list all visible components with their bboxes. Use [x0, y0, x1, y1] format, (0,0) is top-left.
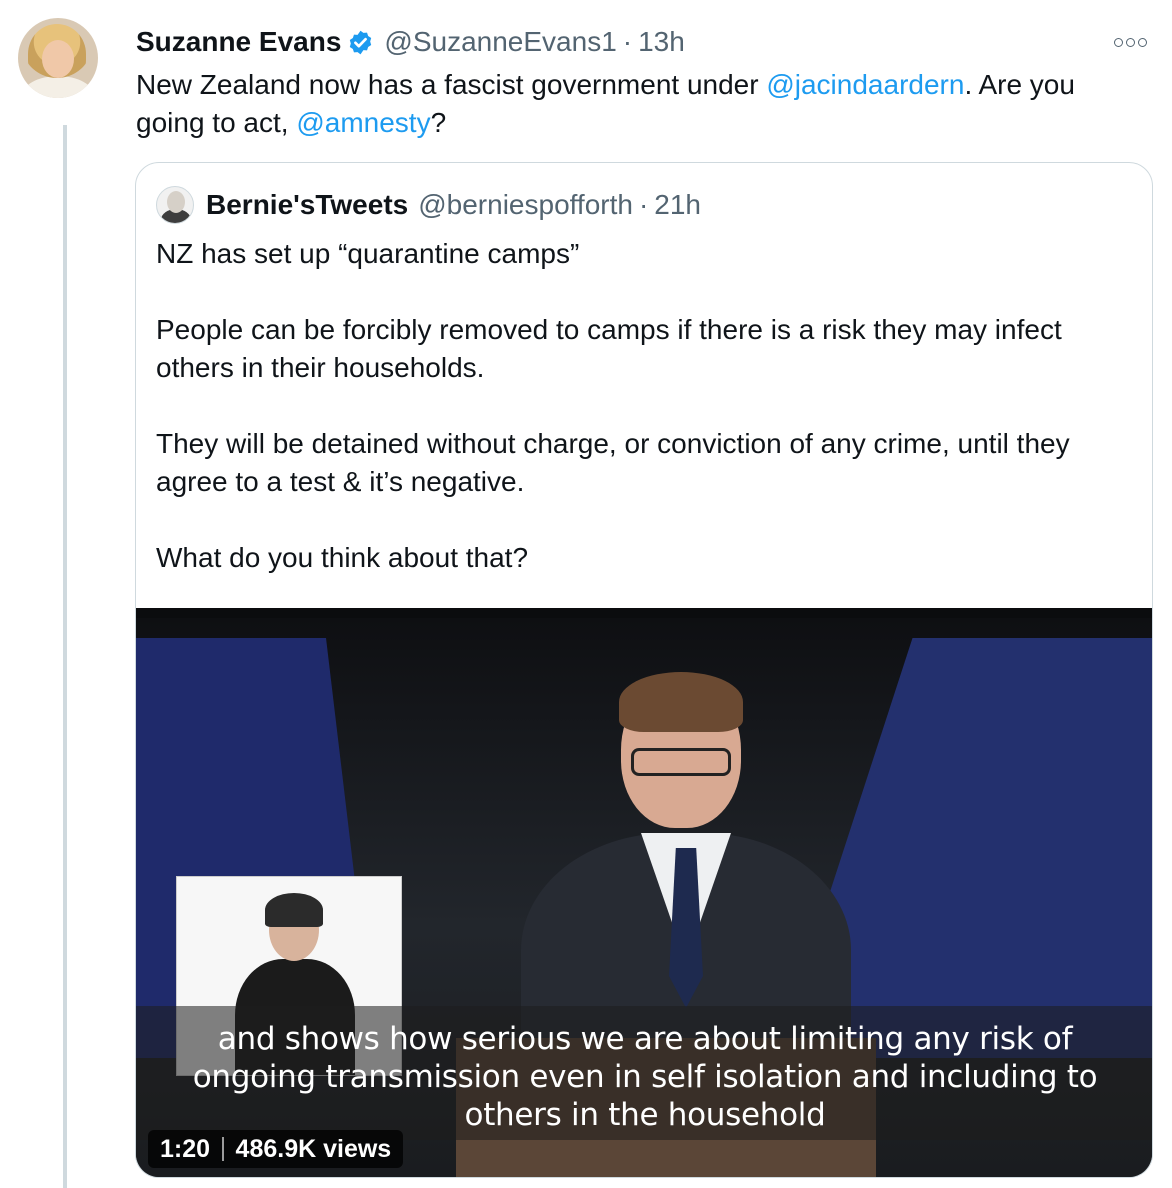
- tweet-text-part: New Zealand now has a fascist government…: [136, 69, 767, 100]
- quoted-paragraph: What do you think about that?: [156, 542, 529, 573]
- quoted-paragraph: They will be detained without charge, or…: [156, 428, 1070, 497]
- separator-dot: ·: [638, 189, 649, 220]
- separator-dot: ·: [622, 26, 633, 57]
- quoted-paragraph: NZ has set up “quarantine camps”: [156, 238, 580, 269]
- mention-link-amnesty[interactable]: @amnesty: [296, 107, 430, 138]
- quoted-tweet-header: Bernie'sTweets @berniespofforth · 21h: [156, 186, 701, 224]
- tweet-timestamp[interactable]: 13h: [638, 26, 685, 58]
- tweet-text-part: ?: [430, 107, 447, 138]
- quoted-author-display-name: Bernie'sTweets: [206, 189, 409, 220]
- quoted-tweet-text: NZ has set up “quarantine camps” People …: [156, 235, 1136, 577]
- quoted-paragraph: People can be forcibly removed to camps …: [156, 314, 1062, 383]
- video-top-bar: [136, 608, 1152, 618]
- thread-connector-line: [63, 125, 67, 1188]
- video-frame: and shows how serious we are about limit…: [136, 618, 1152, 1177]
- subtitle-line: and shows how serious we are about limit…: [217, 1021, 1073, 1057]
- quoted-tweet-timestamp: 21h: [654, 189, 701, 220]
- quoted-tweet-card[interactable]: Bernie'sTweets @berniespofforth · 21h NZ…: [135, 162, 1153, 1178]
- tweet-header: Suzanne Evans @SuzanneEvans1 · 13h: [136, 24, 685, 60]
- video-duration: 1:20: [160, 1134, 211, 1163]
- author-avatar[interactable]: [18, 18, 98, 98]
- verified-badge-icon: [350, 30, 372, 54]
- video-player[interactable]: and shows how serious we are about limit…: [136, 608, 1152, 1177]
- quoted-author-avatar: [156, 186, 194, 224]
- more-options-icon[interactable]: [1114, 36, 1150, 48]
- video-subtitle: and shows how serious we are about limit…: [136, 1006, 1152, 1140]
- video-view-count: 486.9K views: [235, 1134, 392, 1163]
- author-handle[interactable]: @SuzanneEvans1: [384, 26, 616, 58]
- quoted-author-handle: @berniespofforth: [418, 189, 633, 220]
- subtitle-line: ongoing transmission even in self isolat…: [192, 1059, 1098, 1095]
- video-meta-badge: 1:20 486.9K views: [148, 1130, 404, 1168]
- author-display-name[interactable]: Suzanne Evans: [136, 26, 341, 58]
- subtitle-line: others in the household: [464, 1097, 826, 1133]
- meta-divider: [222, 1137, 224, 1161]
- mention-link-jacindaardern[interactable]: @jacindaardern: [766, 69, 964, 100]
- tweet-text: New Zealand now has a fascist government…: [136, 66, 1146, 142]
